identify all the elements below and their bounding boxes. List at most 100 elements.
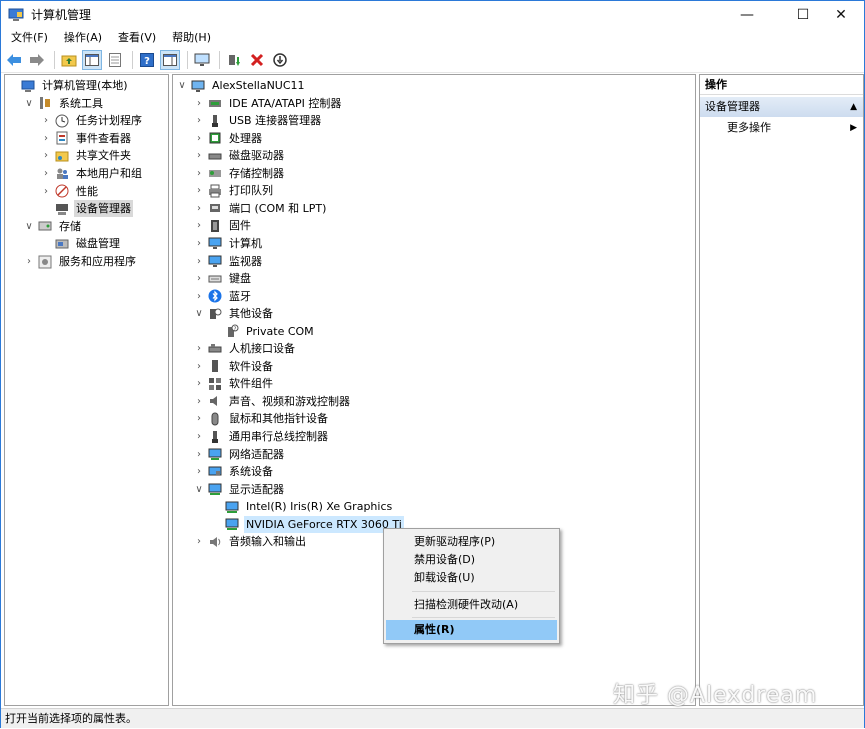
device-tree-item-row[interactable]: › 系统设备 bbox=[193, 463, 275, 480]
context-properties[interactable]: 属性(R) bbox=[386, 620, 557, 640]
chevron-down-icon[interactable]: ∨ bbox=[23, 220, 35, 232]
device-tree-item-row[interactable]: › 软件设备 bbox=[193, 358, 275, 375]
console-tree-item-row[interactable]: › 共享文件夹 bbox=[40, 147, 133, 164]
chevron-right-icon[interactable]: › bbox=[193, 448, 205, 460]
device-tree-item-row[interactable]: › 鼠标和其他指针设备 bbox=[193, 410, 330, 427]
console-tree-item-row[interactable]: › 本地用户和组 bbox=[40, 165, 144, 182]
chevron-right-icon[interactable]: › bbox=[40, 115, 52, 127]
device-tree-item-row[interactable]: › 端口 (COM 和 LPT) bbox=[193, 200, 328, 217]
chevron-right-icon[interactable]: › bbox=[193, 378, 205, 390]
device-tree-item-row[interactable]: › 键盘 bbox=[193, 270, 253, 287]
console-tree-item-row[interactable]: ∨ 存储 bbox=[23, 218, 83, 235]
scan-hardware-button[interactable] bbox=[192, 50, 212, 70]
chevron-right-icon[interactable]: › bbox=[193, 343, 205, 355]
console-tree-item-row[interactable]: › 事件查看器 bbox=[40, 130, 133, 147]
menu-action[interactable]: 操作(A) bbox=[56, 28, 110, 48]
device-tree-item-row[interactable]: › 声音、视频和游戏控制器 bbox=[193, 393, 352, 410]
device-tree-item-row[interactable]: › 音频输入和输出 bbox=[193, 533, 308, 550]
update-driver-button[interactable] bbox=[224, 50, 244, 70]
back-button[interactable] bbox=[4, 50, 24, 70]
chevron-right-icon[interactable]: › bbox=[193, 220, 205, 232]
context-disable-device[interactable]: 禁用设备(D) bbox=[386, 550, 557, 570]
device-tree-item-row[interactable]: ? Private COM bbox=[210, 323, 316, 340]
up-level-button[interactable] bbox=[59, 50, 79, 70]
chevron-right-icon[interactable]: › bbox=[40, 132, 52, 144]
chevron-down-icon[interactable]: ∨ bbox=[193, 308, 205, 320]
toolbar-separator bbox=[54, 51, 55, 69]
chevron-right-icon[interactable]: › bbox=[193, 255, 205, 267]
action-pane-button[interactable] bbox=[160, 50, 180, 70]
device-tree-item-row[interactable]: ∨ 其他设备 bbox=[193, 305, 275, 322]
chevron-right-icon[interactable]: › bbox=[193, 115, 205, 127]
software-device-icon bbox=[212, 360, 218, 373]
chevron-right-icon[interactable]: › bbox=[193, 97, 205, 109]
chevron-right-icon[interactable]: › bbox=[40, 185, 52, 197]
console-tree-item-row[interactable]: 设备管理器 bbox=[40, 200, 133, 218]
menu-help[interactable]: 帮助(H) bbox=[164, 28, 219, 48]
device-tree-item-row[interactable]: › 网络适配器 bbox=[193, 446, 286, 463]
chevron-right-icon[interactable]: › bbox=[193, 431, 205, 443]
chevron-right-icon[interactable]: › bbox=[193, 202, 205, 214]
console-tree-item-row[interactable]: 磁盘管理 bbox=[40, 235, 122, 252]
menu-view[interactable]: 查看(V) bbox=[110, 28, 164, 48]
chevron-right-icon[interactable]: › bbox=[193, 273, 205, 285]
console-tree-item-row[interactable]: 计算机管理(本地) bbox=[6, 77, 130, 94]
device-tree-item-row[interactable]: › 蓝牙 bbox=[193, 288, 253, 305]
device-tree-item-row[interactable]: › 处理器 bbox=[193, 130, 264, 147]
device-tree-item-row[interactable]: › 存储控制器 bbox=[193, 165, 286, 182]
device-tree-item-row[interactable]: › 计算机 bbox=[193, 235, 264, 252]
more-actions-item[interactable]: 更多操作 ▶ bbox=[700, 119, 863, 137]
uninstall-button[interactable] bbox=[247, 50, 267, 70]
disk-drive-icon bbox=[208, 153, 222, 160]
title-bar[interactable]: 计算机管理 — ☐ ✕ bbox=[1, 1, 864, 28]
chevron-right-icon[interactable]: › bbox=[193, 167, 205, 179]
chevron-right-icon[interactable]: › bbox=[193, 466, 205, 478]
chevron-right-icon[interactable]: › bbox=[193, 413, 205, 425]
device-tree-item-row[interactable]: ∨ AlexStellaNUC11 bbox=[176, 77, 307, 94]
device-tree-item-row[interactable]: › 软件组件 bbox=[193, 375, 275, 392]
context-update-driver[interactable]: 更新驱动程序(P) bbox=[386, 532, 557, 552]
menu-file[interactable]: 文件(F) bbox=[3, 28, 56, 48]
close-button[interactable]: ✕ bbox=[818, 1, 864, 28]
disable-device-button[interactable] bbox=[270, 50, 290, 70]
svg-text:?: ? bbox=[234, 327, 237, 333]
device-tree-item-row[interactable]: › USB 连接器管理器 bbox=[193, 112, 323, 129]
chevron-right-icon[interactable]: › bbox=[193, 360, 205, 372]
properties-toolbar-button[interactable] bbox=[105, 50, 125, 70]
console-tree-item-row[interactable]: ∨ 系统工具 bbox=[23, 95, 105, 112]
chevron-right-icon[interactable]: › bbox=[193, 395, 205, 407]
device-tree-item-row[interactable]: › 人机接口设备 bbox=[193, 340, 297, 357]
actions-section-device-manager[interactable]: 设备管理器 ▲ bbox=[700, 97, 863, 117]
chevron-right-icon[interactable]: › bbox=[193, 150, 205, 162]
device-tree-item-row[interactable]: › 监视器 bbox=[193, 253, 264, 270]
minimize-button[interactable]: — bbox=[724, 1, 770, 28]
chevron-right-icon[interactable]: › bbox=[193, 536, 205, 548]
device-tree-item-row[interactable]: Intel(R) Iris(R) Xe Graphics bbox=[210, 498, 394, 515]
device-tree-item-row[interactable]: › 固件 bbox=[193, 217, 253, 234]
chevron-right-icon[interactable]: › bbox=[40, 168, 52, 180]
console-tree-item-row[interactable]: › 任务计划程序 bbox=[40, 112, 144, 129]
chevron-right-icon[interactable]: › bbox=[23, 256, 35, 268]
help-button[interactable]: ? bbox=[137, 50, 157, 70]
context-uninstall-device[interactable]: 卸载设备(U) bbox=[386, 568, 557, 588]
device-tree-item-row[interactable]: › 打印队列 bbox=[193, 182, 275, 199]
chevron-right-icon[interactable]: › bbox=[193, 132, 205, 144]
forward-button[interactable] bbox=[27, 50, 47, 70]
console-tree-item-row[interactable]: › 性能 bbox=[40, 183, 100, 200]
chevron-right-icon[interactable]: › bbox=[193, 185, 205, 197]
show-hide-tree-button[interactable] bbox=[82, 50, 102, 70]
device-tree-item-row[interactable]: › 磁盘驱动器 bbox=[193, 147, 286, 164]
console-tree-item-row[interactable]: › 服务和应用程序 bbox=[23, 253, 138, 270]
device-tree-item-row[interactable]: › IDE ATA/ATAPI 控制器 bbox=[193, 95, 343, 112]
device-tree-item-row[interactable]: ∨ 显示适配器 bbox=[193, 481, 286, 498]
chevron-down-icon[interactable]: ∨ bbox=[193, 483, 205, 495]
chevron-right-icon[interactable]: › bbox=[193, 237, 205, 249]
collapse-up-icon[interactable]: ▲ bbox=[850, 97, 857, 117]
chevron-down-icon[interactable]: ∨ bbox=[23, 97, 35, 109]
device-tree-item-row[interactable]: › 通用串行总线控制器 bbox=[193, 428, 330, 445]
chevron-down-icon[interactable]: ∨ bbox=[176, 80, 188, 92]
device-tree-item-row[interactable]: NVIDIA GeForce RTX 3060 Ti bbox=[210, 515, 404, 533]
context-scan-hardware[interactable]: 扫描检测硬件改动(A) bbox=[386, 595, 557, 615]
chevron-right-icon[interactable]: › bbox=[193, 290, 205, 302]
chevron-right-icon[interactable]: › bbox=[40, 150, 52, 162]
